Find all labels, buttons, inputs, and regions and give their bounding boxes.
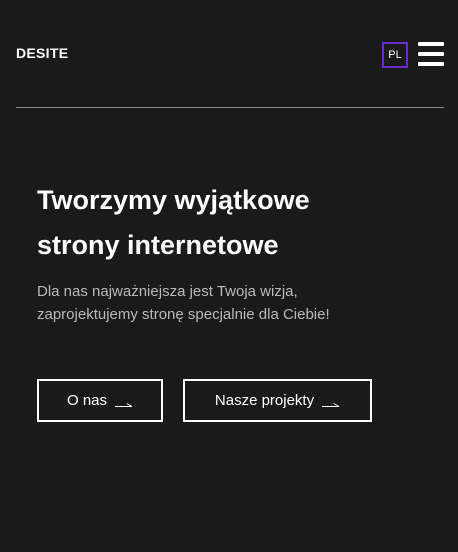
hero-subtitle: Dla nas najważniejsza jest Twoja wizja, … bbox=[37, 283, 330, 323]
our-projects-button-label: Nasze projekty bbox=[214, 392, 315, 409]
header-divider bbox=[16, 107, 444, 108]
hamburger-menu-icon[interactable] bbox=[418, 42, 444, 66]
page: DESITE PL Tworzymy wyjątkowe strony inte… bbox=[0, 0, 458, 552]
site-logo[interactable]: DESITE bbox=[16, 45, 68, 61]
arrow-right-icon bbox=[322, 399, 340, 407]
menu-bar-top bbox=[418, 42, 444, 46]
arrow-right-icon bbox=[115, 399, 133, 407]
about-us-button[interactable]: O nas bbox=[37, 379, 163, 422]
our-projects-button[interactable]: Nasze projekty bbox=[183, 379, 372, 422]
language-switch-button[interactable]: PL bbox=[382, 42, 408, 68]
menu-bar-middle bbox=[418, 52, 444, 56]
menu-bar-bottom bbox=[418, 62, 444, 66]
about-us-button-label: O nas bbox=[66, 392, 108, 409]
hero-title: Tworzymy wyjątkowe strony internetowe bbox=[37, 178, 417, 268]
hero-title-line-1: Tworzymy wyjątkowe bbox=[37, 185, 310, 215]
hero-title-line-2: strony internetowe bbox=[37, 230, 279, 260]
header: DESITE PL bbox=[0, 0, 458, 108]
